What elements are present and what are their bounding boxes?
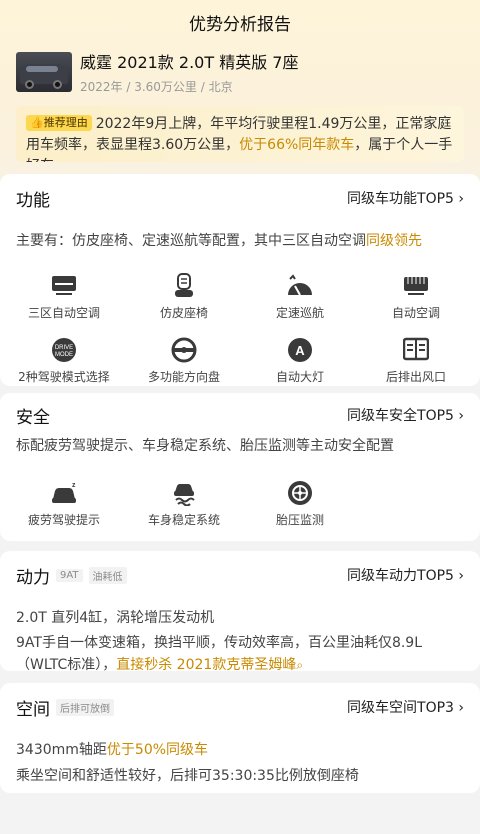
svg-text:z: z <box>72 482 76 489</box>
feature-auto-headlight[interactable]: A 自动大灯 <box>240 336 360 385</box>
safety-section: 安全 同级车安全TOP5 › 标配疲劳驾驶提示、车身稳定系统、胎压监测等主动安全… <box>0 393 480 541</box>
function-desc: 主要有：仿皮座椅、定速巡航等配置，其中三区自动空调同级领先 <box>16 233 422 249</box>
space-line2: 乘坐空间和舒适性较好，后排可35:30:35比例放倒座椅 <box>16 768 359 784</box>
auto-ac-icon <box>356 272 476 300</box>
feature-tire-pressure[interactable]: 胎压监测 <box>240 479 360 528</box>
seat-icon <box>124 272 244 300</box>
fatigue-icon: z <box>4 479 124 507</box>
power-title: 动力 9AT 油耗低 <box>16 563 127 588</box>
space-section: 空间 后排可放倒 同级车空间TOP3 › 3430mm轴距优于50%同级车 乘坐… <box>0 683 480 793</box>
thumbs-up-icon: 👍 <box>30 116 44 129</box>
svg-text:A: A <box>295 343 305 358</box>
power-line2: 9AT手自一体变速箱，换挡平顺，传动效率高，百公里油耗仅8.9L（WLTC标准）… <box>16 635 423 673</box>
rear-vent-icon <box>356 336 476 364</box>
space-tag: 后排可放倒 <box>56 699 114 716</box>
stability-icon <box>124 479 244 507</box>
feature-stability-control[interactable]: 车身稳定系统 <box>124 479 244 528</box>
car-meta: 2022年 / 3.60万公里 / 北京 <box>80 80 233 94</box>
feature-cruise-control[interactable]: 定速巡航 <box>240 272 360 321</box>
ac-zone-icon <box>4 272 124 300</box>
cruise-icon <box>240 272 360 300</box>
feature-fatigue-alert[interactable]: z 疲劳驾驶提示 <box>4 479 124 528</box>
feature-tri-zone-ac[interactable]: 三区自动空调 <box>4 272 124 321</box>
car-title: 威霆 2021款 2.0T 精英版 7座 <box>80 53 299 72</box>
power-top5-link[interactable]: 同级车动力TOP5 › <box>347 565 464 585</box>
safety-top5-link[interactable]: 同级车安全TOP5 › <box>347 405 464 425</box>
feature-multifunction-wheel[interactable]: 多功能方向盘 <box>124 336 244 385</box>
svg-text:MODE: MODE <box>55 352 73 358</box>
headlight-icon: A <box>240 336 360 364</box>
drive-mode-icon: DRIVE MODE <box>4 336 124 364</box>
car-thumbnail <box>16 52 72 92</box>
space-top3-link[interactable]: 同级车空间TOP3 › <box>347 697 464 717</box>
power-tag-low-fuel: 油耗低 <box>88 567 127 584</box>
power-section: 动力 9AT 油耗低 同级车动力TOP5 › 2.0T 直列4缸，涡轮增压发动机… <box>0 551 480 673</box>
space-title: 空间 后排可放倒 <box>16 695 114 720</box>
feature-drive-mode[interactable]: DRIVE MODE 2种驾驶模式选择 <box>4 336 124 385</box>
car-summary[interactable]: 威霆 2021款 2.0T 精英版 7座 2022年 / 3.60万公里 / 北… <box>16 52 464 96</box>
search-icon: ⌕ <box>296 658 304 672</box>
power-tag-9at: 9AT <box>56 569 83 582</box>
recommend-tag: 👍推荐理由 <box>26 115 92 131</box>
function-title: 功能 <box>16 191 50 211</box>
feature-leather-seat[interactable]: 仿皮座椅 <box>124 272 244 321</box>
function-top5-link[interactable]: 同级车功能TOP5 › <box>347 188 464 208</box>
reason-highlight: 优于66%同年款车 <box>239 137 355 153</box>
page-title-text: 优势分析报告 <box>189 14 291 35</box>
svg-text:DRIVE: DRIVE <box>55 345 73 351</box>
power-line1: 2.0T 直列4缸，涡轮增压发动机 <box>16 610 215 626</box>
space-line1: 3430mm轴距优于50%同级车 <box>16 742 209 758</box>
recommend-reason-card: 👍推荐理由 2022年9月上牌，年平均行驶里程1.49万公里，正常家庭用车频率，… <box>16 106 464 162</box>
feature-rear-vent[interactable]: 后排出风口 <box>356 336 476 385</box>
power-compare-link[interactable]: 直接秒杀 2021款克蒂圣姆峰⌕ <box>116 657 303 673</box>
safety-title: 安全 <box>16 408 50 428</box>
safety-desc: 标配疲劳驾驶提示、车身稳定系统、胎压监测等主动安全配置 <box>16 438 394 454</box>
steering-wheel-icon <box>124 336 244 364</box>
feature-auto-ac[interactable]: 自动空调 <box>356 272 476 321</box>
function-section: 功能 同级车功能TOP5 › 主要有：仿皮座椅、定速巡航等配置，其中三区自动空调… <box>0 174 480 386</box>
page-title: 优势分析报告 <box>0 0 480 44</box>
tire-pressure-icon <box>240 479 360 507</box>
